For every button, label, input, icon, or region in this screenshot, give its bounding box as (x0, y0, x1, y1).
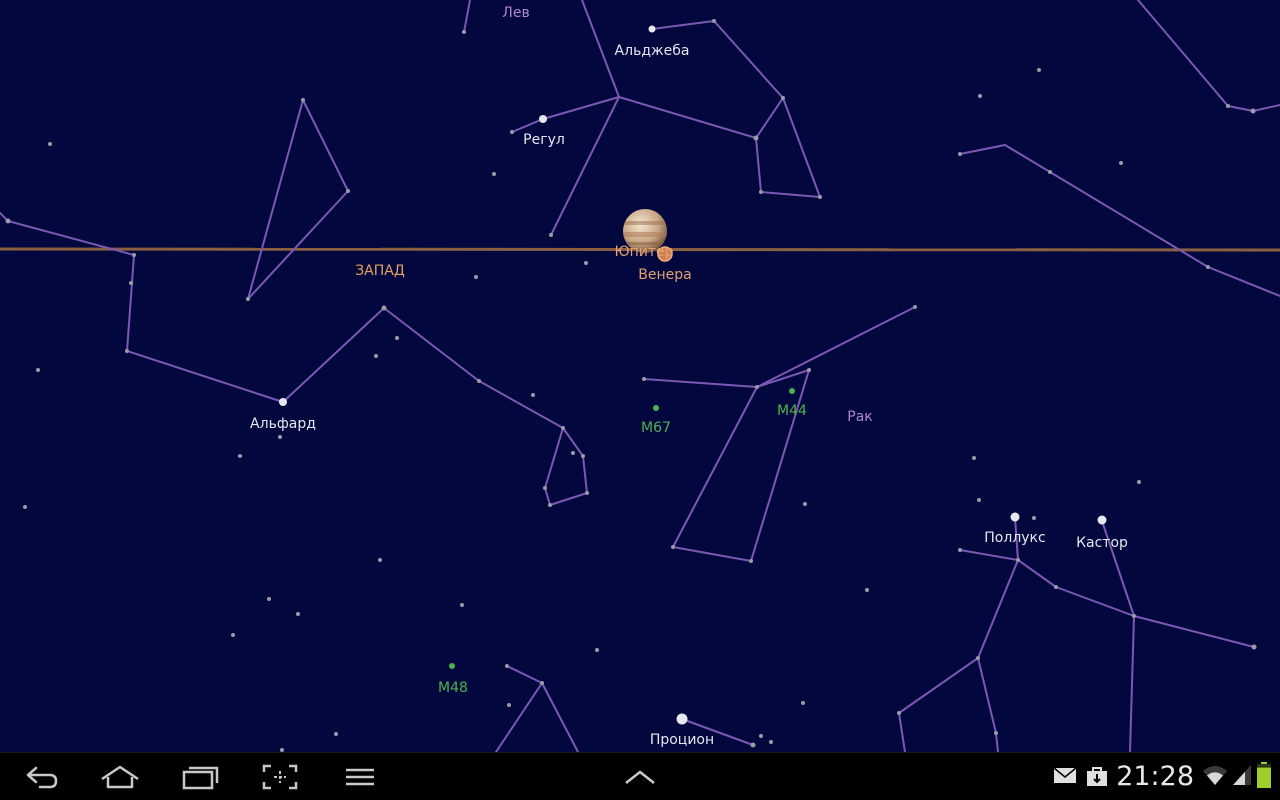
star-label-procyon: Процион (650, 732, 714, 748)
constellation-line (511, 20, 784, 139)
messier-label-m67: M67 (641, 420, 671, 436)
recent-apps-icon (182, 766, 219, 790)
menu-icon (346, 768, 374, 786)
star-label-regulus: Регул (523, 132, 565, 148)
constellation-line (643, 306, 916, 388)
direction-label-west: ЗАПАД (355, 263, 405, 279)
status-clock: 21:28 (1116, 761, 1194, 792)
constellation-line (755, 97, 821, 198)
battery-icon (1257, 762, 1271, 788)
home-icon (101, 765, 139, 789)
screenshot-icon (262, 764, 298, 790)
signal-icon (1233, 765, 1251, 785)
star-label-alphard: Альфард (250, 416, 316, 432)
star-algieba (648, 25, 656, 33)
messier-dots (449, 388, 795, 669)
star-label-castor: Кастор (1076, 535, 1128, 551)
star-pollux (1010, 512, 1020, 522)
sky-map[interactable]: ЗАПАД Лев Рак Альджеба Регул Альфард Пол… (0, 0, 1280, 752)
messier-m67-dot (653, 405, 659, 411)
back-button[interactable] (14, 759, 70, 795)
chevron-up-icon (625, 770, 655, 784)
messier-m44-dot (789, 388, 795, 394)
bright-stars (279, 25, 1107, 725)
store-icon[interactable] (1085, 765, 1109, 787)
constellation-lines (0, 0, 1280, 752)
constellation-line (1017, 559, 1255, 648)
back-icon (26, 766, 58, 789)
screenshot-button[interactable] (252, 759, 308, 795)
messier-m48-dot (449, 663, 455, 669)
star-alphard (279, 398, 287, 406)
star-castor (1097, 515, 1107, 525)
constellation-line (247, 99, 349, 300)
system-navigation-bar: 21:28 (0, 752, 1280, 800)
star-procyon (676, 713, 688, 725)
messier-label-m44: M44 (777, 403, 807, 419)
faint-stars (5, 19, 1257, 752)
constellation-label-leo: Лев (502, 5, 529, 21)
star-label-algieba: Альджеба (615, 43, 690, 59)
email-icon[interactable] (1053, 765, 1077, 785)
star-regulus (539, 115, 547, 123)
constellation-line (0, 212, 588, 506)
menu-button[interactable] (332, 759, 388, 795)
recent-apps-button[interactable] (172, 759, 228, 795)
constellation-line (495, 665, 543, 752)
messier-label-m48: M48 (438, 680, 468, 696)
wifi-icon (1203, 766, 1227, 785)
constellation-line (1137, 0, 1280, 112)
constellation-line (1129, 615, 1135, 752)
home-button[interactable] (92, 759, 148, 795)
expand-up-button[interactable] (612, 759, 668, 795)
constellation-line (550, 0, 620, 236)
constellation-label-cancer: Рак (847, 409, 872, 425)
constellation-line (463, 0, 471, 33)
constellation-line (959, 144, 1280, 297)
constellation-line (977, 657, 999, 752)
planet-label-venus: Венера (638, 267, 691, 283)
constellation-line (898, 559, 1019, 752)
planet-label-jupiter: Юпитер (614, 244, 673, 260)
constellation-line (541, 682, 579, 752)
star-label-pollux: Поллукс (984, 530, 1045, 546)
constellation-line (672, 369, 810, 562)
